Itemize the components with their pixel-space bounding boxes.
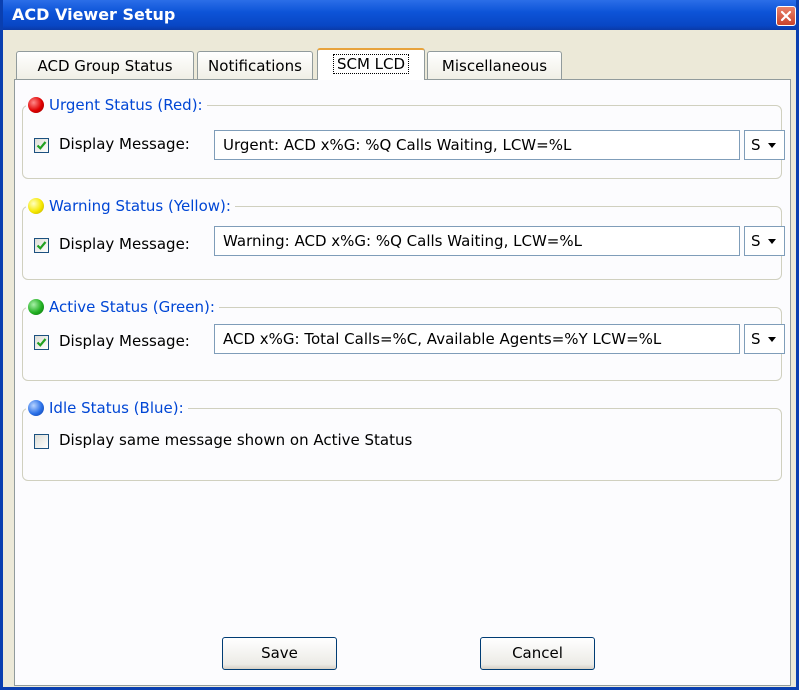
active-display-message-label: Display Message: bbox=[59, 332, 190, 350]
idle-status-group: Idle Status (Blue): Display same message… bbox=[22, 398, 782, 481]
idle-status-label: Idle Status (Blue): bbox=[49, 399, 184, 417]
active-message-input[interactable]: ACD x%G: Total Calls=%C, Available Agent… bbox=[214, 324, 740, 354]
active-status-label: Active Status (Green): bbox=[49, 298, 215, 316]
urgent-status-label: Urgent Status (Red): bbox=[49, 96, 203, 114]
title-bar[interactable]: ACD Viewer Setup bbox=[3, 0, 796, 30]
tab-label: SCM LCD bbox=[332, 54, 410, 74]
group-legend: Idle Status (Blue): bbox=[26, 398, 188, 418]
urgent-display-message-checkbox[interactable] bbox=[34, 138, 49, 153]
blue-status-icon bbox=[28, 400, 44, 416]
group-legend: Urgent Status (Red): bbox=[26, 95, 207, 115]
dropdown-arrow-icon bbox=[768, 337, 776, 342]
idle-same-message-label: Display same message shown on Active Sta… bbox=[59, 431, 413, 449]
dropdown-arrow-icon bbox=[768, 143, 776, 148]
group-legend: Active Status (Green): bbox=[26, 297, 219, 317]
active-status-group: Active Status (Green): Display Message: … bbox=[22, 297, 785, 381]
red-status-icon bbox=[28, 97, 44, 113]
dropdown-value: S bbox=[751, 136, 761, 154]
active-format-dropdown[interactable]: S bbox=[744, 324, 785, 354]
window-title: ACD Viewer Setup bbox=[12, 5, 176, 24]
tab-notifications[interactable]: Notifications bbox=[197, 51, 313, 79]
tab-label: Notifications bbox=[208, 57, 302, 75]
idle-same-message-checkbox[interactable] bbox=[34, 434, 49, 449]
checkmark-icon bbox=[36, 338, 47, 347]
active-display-message-checkbox[interactable] bbox=[34, 335, 49, 350]
tab-label: Miscellaneous bbox=[441, 57, 548, 75]
cancel-button[interactable]: Cancel bbox=[480, 637, 595, 670]
save-button[interactable]: Save bbox=[222, 637, 337, 670]
tab-label: ACD Group Status bbox=[37, 57, 173, 75]
tab-scm-lcd[interactable]: SCM LCD bbox=[317, 48, 425, 80]
warning-status-group: Warning Status (Yellow): Display Message… bbox=[22, 196, 785, 280]
green-status-icon bbox=[28, 299, 44, 315]
dropdown-arrow-icon bbox=[768, 239, 776, 244]
warning-display-message-label: Display Message: bbox=[59, 235, 190, 253]
urgent-display-message-label: Display Message: bbox=[59, 135, 190, 153]
dropdown-value: S bbox=[751, 330, 761, 348]
dialog-window: ACD Viewer Setup ACD Group Status Notifi… bbox=[0, 0, 799, 690]
warning-message-input[interactable]: Warning: ACD x%G: %Q Calls Waiting, LCW=… bbox=[214, 226, 740, 256]
urgent-message-input[interactable]: Urgent: ACD x%G: %Q Calls Waiting, LCW=%… bbox=[214, 130, 740, 160]
tab-acd-group-status[interactable]: ACD Group Status bbox=[16, 51, 194, 79]
checkmark-icon bbox=[36, 141, 47, 150]
dropdown-value: S bbox=[751, 232, 761, 250]
yellow-status-icon bbox=[28, 198, 44, 214]
checkmark-icon bbox=[36, 241, 47, 250]
close-icon bbox=[780, 10, 792, 22]
warning-status-label: Warning Status (Yellow): bbox=[49, 197, 231, 215]
warning-display-message-checkbox[interactable] bbox=[34, 238, 49, 253]
warning-format-dropdown[interactable]: S bbox=[744, 226, 785, 256]
urgent-status-group: Urgent Status (Red): Display Message: Ur… bbox=[22, 95, 785, 179]
tab-miscellaneous[interactable]: Miscellaneous bbox=[427, 51, 562, 79]
tab-panel-scm-lcd: Urgent Status (Red): Display Message: Ur… bbox=[14, 79, 791, 686]
group-legend: Warning Status (Yellow): bbox=[26, 196, 235, 216]
urgent-format-dropdown[interactable]: S bbox=[744, 130, 785, 160]
close-button[interactable] bbox=[776, 6, 796, 26]
